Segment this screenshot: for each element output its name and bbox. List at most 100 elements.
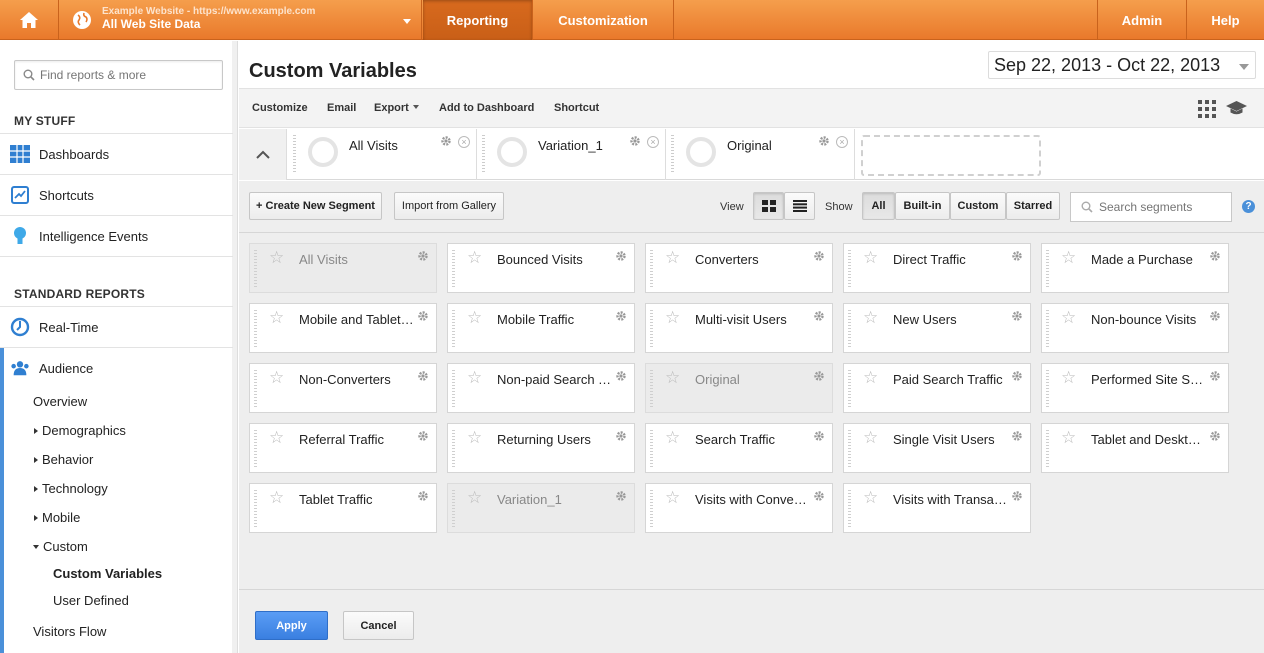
segment-card[interactable]: ☆ Single Visit Users bbox=[843, 423, 1031, 473]
drag-handle[interactable] bbox=[452, 310, 455, 348]
sidebar-item-technology[interactable]: Technology bbox=[0, 474, 233, 503]
drag-handle[interactable] bbox=[650, 310, 653, 348]
gear-icon[interactable] bbox=[615, 430, 627, 445]
email-button[interactable]: Email bbox=[327, 102, 356, 114]
sidebar-item-custom[interactable]: Custom bbox=[0, 532, 233, 561]
segment-search[interactable] bbox=[1070, 192, 1232, 222]
drag-handle[interactable] bbox=[1046, 310, 1049, 348]
segment-search-input[interactable] bbox=[1099, 200, 1219, 214]
segment-card[interactable]: ☆ Mobile Traffic bbox=[447, 303, 635, 353]
drag-handle[interactable] bbox=[254, 370, 257, 408]
gear-icon[interactable] bbox=[1011, 310, 1023, 325]
star-icon[interactable]: ☆ bbox=[269, 309, 284, 326]
star-icon[interactable]: ☆ bbox=[1061, 369, 1076, 386]
tab-help[interactable]: Help bbox=[1187, 0, 1264, 40]
segment-card[interactable]: ☆ Search Traffic bbox=[645, 423, 833, 473]
gear-icon[interactable] bbox=[615, 490, 627, 505]
drag-handle[interactable] bbox=[452, 490, 455, 528]
gear-icon[interactable] bbox=[417, 430, 429, 445]
drag-handle[interactable] bbox=[848, 310, 851, 348]
drag-handle[interactable] bbox=[254, 250, 257, 288]
gear-icon[interactable] bbox=[615, 370, 627, 385]
filter-all-button[interactable]: All bbox=[862, 192, 895, 220]
star-icon[interactable]: ☆ bbox=[269, 489, 284, 506]
filter-starred-button[interactable]: Starred bbox=[1006, 192, 1060, 220]
drag-handle[interactable] bbox=[254, 490, 257, 528]
gear-icon[interactable] bbox=[417, 310, 429, 325]
sidebar-item-custom-variables[interactable]: Custom Variables bbox=[0, 559, 233, 588]
gear-icon[interactable] bbox=[615, 310, 627, 325]
selected-segment-tile[interactable]: Original × bbox=[667, 129, 855, 180]
cancel-button[interactable]: Cancel bbox=[343, 611, 414, 640]
star-icon[interactable]: ☆ bbox=[269, 249, 284, 266]
star-icon[interactable]: ☆ bbox=[467, 429, 482, 446]
drag-handle[interactable] bbox=[1046, 250, 1049, 288]
segment-card[interactable]: ☆ Visits with Transactions bbox=[843, 483, 1031, 533]
star-icon[interactable]: ☆ bbox=[467, 489, 482, 506]
segment-card[interactable]: ☆ New Users bbox=[843, 303, 1031, 353]
empty-segment-slot[interactable] bbox=[861, 135, 1041, 176]
sidebar-item-user-defined[interactable]: User Defined bbox=[0, 586, 233, 615]
star-icon[interactable]: ☆ bbox=[467, 369, 482, 386]
segment-card[interactable]: ☆ Referral Traffic bbox=[249, 423, 437, 473]
close-icon[interactable]: × bbox=[458, 136, 470, 148]
drag-handle[interactable] bbox=[848, 370, 851, 408]
segment-card[interactable]: ☆ Performed Site Search bbox=[1041, 363, 1229, 413]
sidebar-item-shortcuts[interactable]: Shortcuts bbox=[0, 174, 233, 215]
gear-icon[interactable] bbox=[813, 490, 825, 505]
sidebar-item-overview[interactable]: Overview bbox=[0, 387, 233, 416]
segment-card[interactable]: ☆ Non-Converters bbox=[249, 363, 437, 413]
sidebar-item-mobile[interactable]: Mobile bbox=[0, 503, 233, 532]
gear-icon[interactable] bbox=[1011, 490, 1023, 505]
drag-handle[interactable] bbox=[650, 370, 653, 408]
drag-handle[interactable] bbox=[848, 490, 851, 528]
drag-handle[interactable] bbox=[1046, 370, 1049, 408]
gear-icon[interactable] bbox=[1209, 250, 1221, 265]
gear-icon[interactable] bbox=[1011, 370, 1023, 385]
segment-card[interactable]: ☆ Original bbox=[645, 363, 833, 413]
segment-card[interactable]: ☆ All Visits bbox=[249, 243, 437, 293]
sidebar-item-realtime[interactable]: Real-Time bbox=[0, 306, 233, 347]
star-icon[interactable]: ☆ bbox=[665, 489, 680, 506]
segment-card[interactable]: ☆ Paid Search Traffic bbox=[843, 363, 1031, 413]
home-button[interactable] bbox=[0, 0, 59, 40]
gear-icon[interactable] bbox=[440, 135, 452, 147]
gear-icon[interactable] bbox=[417, 250, 429, 265]
drag-handle[interactable] bbox=[254, 430, 257, 468]
segment-card[interactable]: ☆ Mobile and Tablet Traffic bbox=[249, 303, 437, 353]
drag-handle[interactable] bbox=[293, 135, 296, 173]
collapse-segments-button[interactable] bbox=[239, 129, 287, 180]
drag-handle[interactable] bbox=[650, 430, 653, 468]
segment-card[interactable]: ☆ Direct Traffic bbox=[843, 243, 1031, 293]
close-icon[interactable]: × bbox=[647, 136, 659, 148]
star-icon[interactable]: ☆ bbox=[863, 429, 878, 446]
export-button[interactable]: Export bbox=[374, 102, 419, 114]
sidebar-item-demographics[interactable]: Demographics bbox=[0, 416, 233, 445]
star-icon[interactable]: ☆ bbox=[467, 249, 482, 266]
star-icon[interactable]: ☆ bbox=[1061, 249, 1076, 266]
star-icon[interactable]: ☆ bbox=[665, 309, 680, 326]
segment-card[interactable]: ☆ Non-paid Search Traffic bbox=[447, 363, 635, 413]
star-icon[interactable]: ☆ bbox=[665, 429, 680, 446]
filter-built-in-button[interactable]: Built-in bbox=[895, 192, 950, 220]
segment-card[interactable]: ☆ Made a Purchase bbox=[1041, 243, 1229, 293]
customize-button[interactable]: Customize bbox=[252, 102, 308, 114]
star-icon[interactable]: ☆ bbox=[467, 309, 482, 326]
star-icon[interactable]: ☆ bbox=[1061, 429, 1076, 446]
segment-card[interactable]: ☆ Tablet and Desktop Traffic bbox=[1041, 423, 1229, 473]
gear-icon[interactable] bbox=[1209, 370, 1221, 385]
tab-admin[interactable]: Admin bbox=[1097, 0, 1187, 40]
gear-icon[interactable] bbox=[813, 310, 825, 325]
drag-handle[interactable] bbox=[452, 250, 455, 288]
star-icon[interactable]: ☆ bbox=[863, 489, 878, 506]
selected-segment-tile[interactable]: Variation_1 × bbox=[478, 129, 666, 180]
grid-view-icon[interactable] bbox=[1198, 100, 1216, 118]
drag-handle[interactable] bbox=[650, 490, 653, 528]
sidebar-item-intelligence-events[interactable]: Intelligence Events bbox=[0, 215, 233, 256]
graduation-cap-icon[interactable] bbox=[1226, 101, 1247, 116]
gear-icon[interactable] bbox=[1209, 430, 1221, 445]
report-search[interactable] bbox=[14, 60, 223, 90]
segment-card[interactable]: ☆ Returning Users bbox=[447, 423, 635, 473]
segment-card[interactable]: ☆ Variation_1 bbox=[447, 483, 635, 533]
drag-handle[interactable] bbox=[848, 430, 851, 468]
